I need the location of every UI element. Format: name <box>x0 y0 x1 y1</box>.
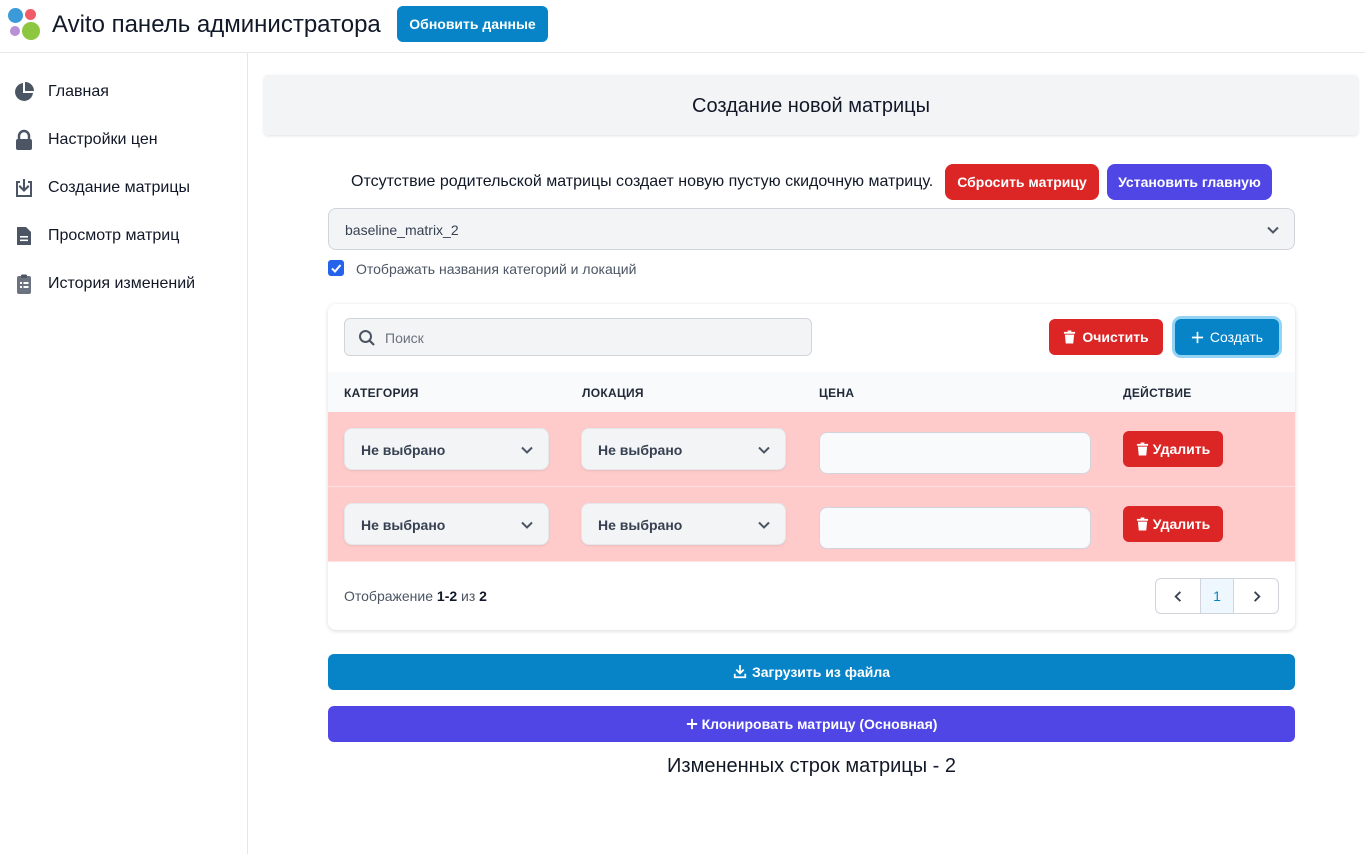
category-select[interactable]: Не выбрано <box>344 428 549 470</box>
plus-icon <box>686 718 697 730</box>
parent-matrix-info: Отсутствие родительской матрицы создает … <box>351 173 934 190</box>
pagination: 1 <box>1155 578 1279 614</box>
page-title: Создание новой матрицы <box>692 95 930 117</box>
location-select[interactable]: Не выбрано <box>581 503 786 545</box>
column-header-category: КАТЕГОРИЯ <box>344 386 419 400</box>
sidebar-item-create-matrix[interactable]: Создание матрицы <box>0 168 247 208</box>
showing-total: 2 <box>479 588 487 604</box>
parent-matrix-select[interactable]: baseline_matrix_2 <box>328 208 1295 250</box>
changed-rows-counter: Измененных строк матрицы - 2 <box>667 755 956 777</box>
price-input[interactable] <box>819 432 1091 474</box>
delete-label: Удалить <box>1152 441 1211 457</box>
column-header-location: ЛОКАЦИЯ <box>582 386 644 400</box>
plus-icon <box>1191 331 1203 343</box>
lock-icon <box>16 129 32 150</box>
table-row: Не выбрано Не выбрано Удалить <box>328 412 1295 487</box>
search-input[interactable] <box>385 328 785 348</box>
clipboard-icon <box>17 274 31 294</box>
next-page-button[interactable] <box>1234 579 1278 613</box>
sidebar: Главная Настройки цен Создание матрицы П… <box>0 53 248 854</box>
trash-icon <box>1136 517 1148 531</box>
prev-page-button[interactable] <box>1156 579 1201 613</box>
checkmark-icon <box>331 264 342 273</box>
sidebar-item-history[interactable]: История изменений <box>0 264 247 304</box>
clone-label: Клонировать матрицу (Основная) <box>701 716 938 732</box>
create-row-button[interactable]: Создать <box>1175 319 1279 355</box>
trash-icon <box>1064 330 1076 344</box>
refresh-data-button[interactable]: Обновить данные <box>397 6 548 42</box>
delete-row-button[interactable]: Удалить <box>1123 431 1223 467</box>
selected-matrix-value: baseline_matrix_2 <box>345 222 459 238</box>
document-icon <box>17 227 31 245</box>
category-value: Не выбрано <box>361 442 446 458</box>
sidebar-item-price-settings[interactable]: Настройки цен <box>0 120 247 160</box>
search-box <box>344 318 812 356</box>
chevron-down-icon <box>1267 226 1279 234</box>
upload-file-button[interactable]: Загрузить из файла <box>328 654 1295 690</box>
chevron-down-icon <box>521 446 533 454</box>
chevron-left-icon <box>1173 590 1181 602</box>
chevron-down-icon <box>758 446 770 454</box>
upload-label: Загрузить из файла <box>751 664 891 680</box>
chevron-right-icon <box>1253 590 1261 602</box>
sidebar-item-label: Настройки цен <box>48 131 158 148</box>
category-select[interactable]: Не выбрано <box>344 503 549 545</box>
sidebar-item-label: Создание матрицы <box>48 179 190 196</box>
sidebar-item-label: Просмотр матриц <box>48 227 180 244</box>
page-number-button[interactable]: 1 <box>1201 579 1234 613</box>
search-icon <box>359 330 375 346</box>
chevron-down-icon <box>521 521 533 529</box>
price-input[interactable] <box>819 507 1091 549</box>
reset-matrix-button[interactable]: Сбросить матрицу <box>945 164 1099 200</box>
page-header: Создание новой матрицы <box>264 75 1358 135</box>
location-value: Не выбрано <box>598 442 683 458</box>
app-title: Avito панель администратора <box>52 11 381 38</box>
pie-chart-icon <box>15 82 34 101</box>
showing-prefix: Отображение <box>344 588 434 604</box>
app-logo <box>8 8 42 42</box>
matrix-table-card: Очистить Создать КАТЕГОРИЯ ЛОКАЦИЯ ЦЕНА … <box>328 304 1295 630</box>
clone-matrix-button[interactable]: Клонировать матрицу (Основная) <box>328 706 1295 742</box>
download-icon <box>733 665 747 679</box>
column-header-action: ДЕЙСТВИЕ <box>1123 386 1192 400</box>
sidebar-item-label: История изменений <box>48 275 196 292</box>
show-names-checkbox[interactable] <box>328 260 344 276</box>
clear-button[interactable]: Очистить <box>1049 319 1163 355</box>
location-value: Не выбрано <box>598 517 683 533</box>
table-header: КАТЕГОРИЯ ЛОКАЦИЯ ЦЕНА ДЕЙСТВИЕ <box>328 372 1295 412</box>
top-header: Avito панель администратора Обновить дан… <box>0 0 1365 53</box>
table-row: Не выбрано Не выбрано Удалить <box>328 487 1295 562</box>
location-select[interactable]: Не выбрано <box>581 428 786 470</box>
download-box-icon <box>16 179 32 197</box>
showing-of: из <box>461 588 476 604</box>
chevron-down-icon <box>758 521 770 529</box>
trash-icon <box>1136 442 1148 456</box>
category-value: Не выбрано <box>361 517 446 533</box>
pagination-summary: Отображение 1-2 из 2 <box>344 588 487 604</box>
sidebar-item-view-matrices[interactable]: Просмотр матриц <box>0 216 247 256</box>
delete-row-button[interactable]: Удалить <box>1123 506 1223 542</box>
clear-label: Очистить <box>1082 329 1149 345</box>
column-header-price: ЦЕНА <box>819 386 855 400</box>
delete-label: Удалить <box>1152 516 1211 532</box>
create-label: Создать <box>1209 329 1264 345</box>
showing-range: 1-2 <box>436 588 458 604</box>
set-main-button[interactable]: Установить главную <box>1107 164 1272 200</box>
show-names-label: Отображать названия категорий и локаций <box>356 261 637 277</box>
sidebar-item-label: Главная <box>48 83 109 100</box>
sidebar-item-home[interactable]: Главная <box>0 72 247 112</box>
